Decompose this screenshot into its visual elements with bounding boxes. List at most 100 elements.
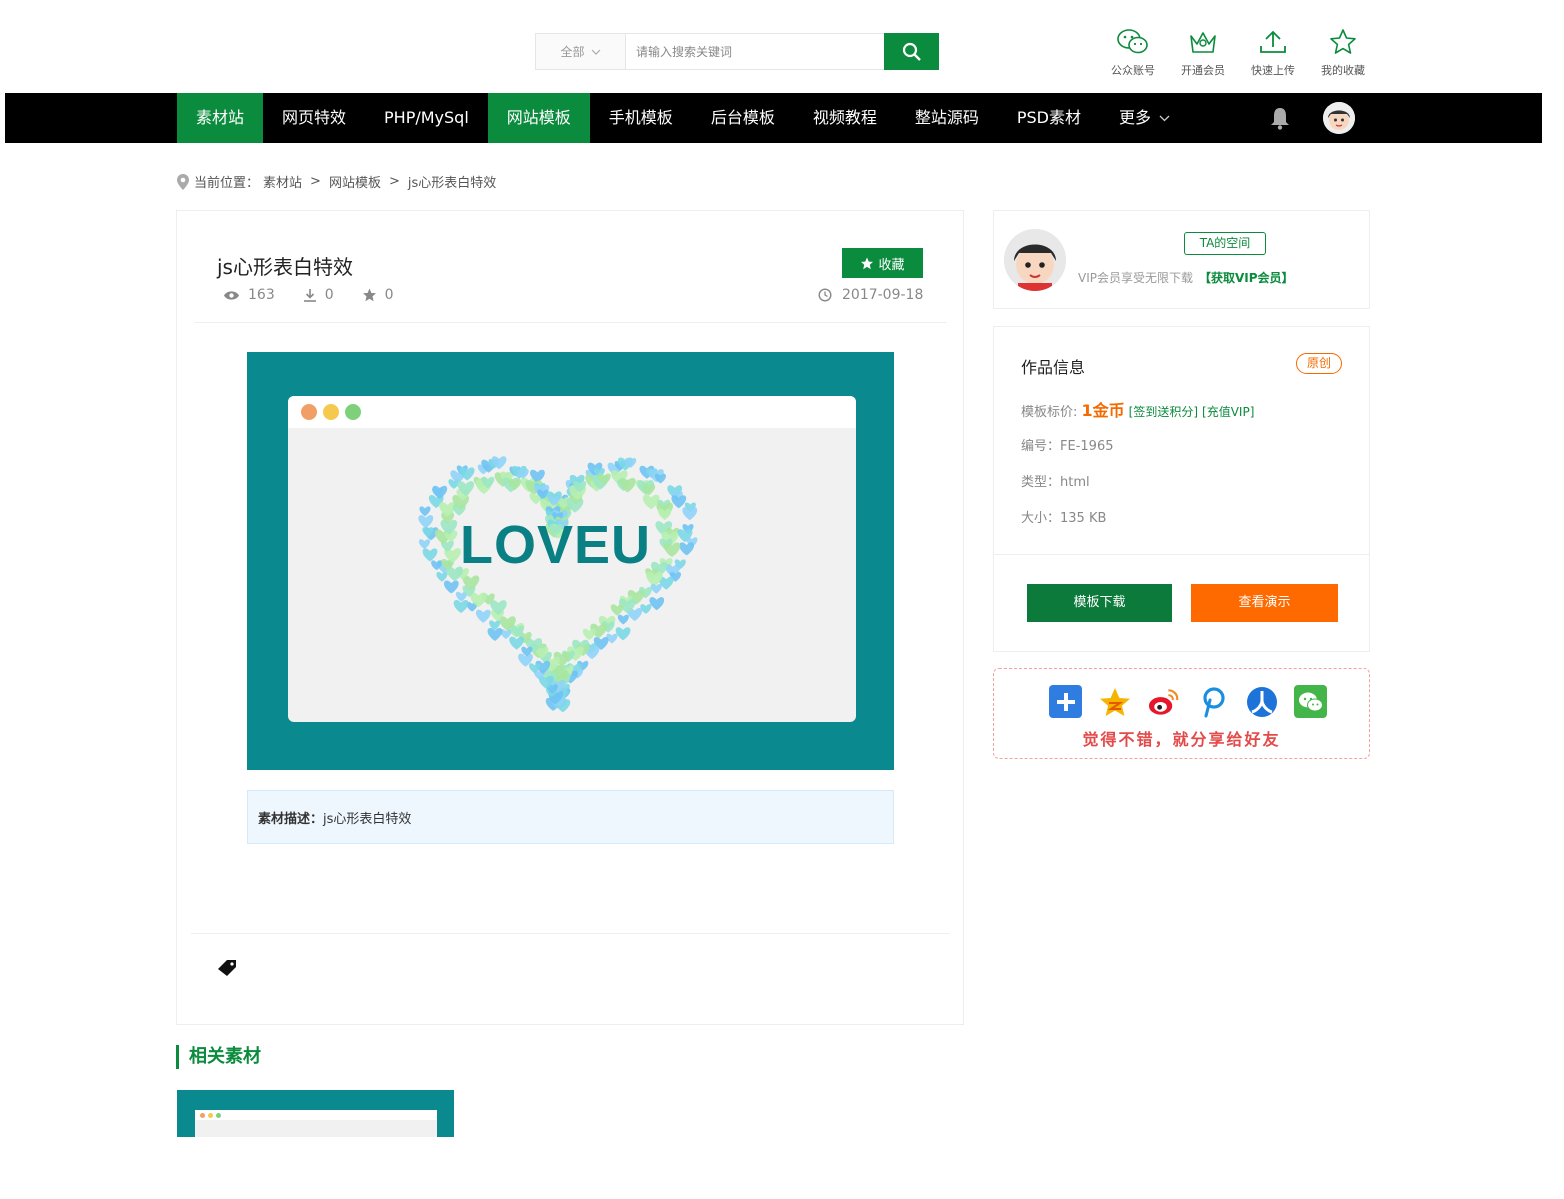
plus-share-icon[interactable] bbox=[1049, 685, 1082, 718]
preview-love-text: LOVEU bbox=[460, 515, 652, 575]
quick-link-favorites[interactable]: 我的收藏 bbox=[1308, 28, 1378, 78]
search-scope-label: 全部 bbox=[560, 45, 585, 59]
downloads-stat: 0 bbox=[303, 287, 334, 303]
related-section-title: 相关素材 bbox=[176, 1045, 261, 1069]
related-item-thumb[interactable] bbox=[177, 1090, 454, 1137]
favorites-stat: 0 bbox=[362, 287, 394, 303]
nav-item-psd[interactable]: PSD素材 bbox=[998, 93, 1100, 143]
weibo-icon[interactable] bbox=[1147, 685, 1180, 718]
views-count: 163 bbox=[248, 287, 275, 303]
quick-links: 公众账号 开通会员 快速上传 我的收藏 bbox=[1098, 28, 1378, 78]
quick-link-label: 开通会员 bbox=[1181, 64, 1225, 77]
type-label: 类型： bbox=[1021, 475, 1061, 490]
weibo-glyph bbox=[1148, 688, 1179, 715]
favorite-button[interactable]: 收藏 bbox=[842, 248, 923, 278]
demo-button[interactable]: 查看演示 bbox=[1191, 584, 1338, 622]
qzone-icon[interactable] bbox=[1098, 685, 1131, 718]
wechat-glyph bbox=[1298, 692, 1323, 711]
page-title: js心形表白特效 bbox=[217, 255, 353, 279]
code-value: FE-1965 bbox=[1060, 439, 1114, 454]
heart-particle bbox=[453, 599, 469, 614]
description-label: 素材描述： bbox=[258, 811, 324, 827]
nav-item-templates[interactable]: 网站模板 bbox=[487, 93, 590, 143]
preview-browser-mock: LOVEU bbox=[288, 396, 856, 722]
breadcrumb-item[interactable]: js心形表白特效 bbox=[408, 172, 496, 191]
plus-glyph bbox=[1056, 692, 1075, 711]
nav-item-php[interactable]: PHP/MySql bbox=[365, 93, 488, 143]
quick-link-vip[interactable]: 开通会员 bbox=[1168, 28, 1238, 78]
heart-particle bbox=[443, 580, 459, 594]
star-icon bbox=[1330, 29, 1356, 54]
price-label: 模板标价: bbox=[1021, 405, 1082, 420]
heart-particle bbox=[649, 597, 665, 611]
user-avatar[interactable] bbox=[1323, 102, 1355, 134]
sign-in-link[interactable]: [签到送积分] bbox=[1129, 405, 1198, 419]
window-dot bbox=[200, 1112, 205, 1118]
bell-icon bbox=[1271, 108, 1289, 130]
author-space-button[interactable]: TA的空间 bbox=[1184, 232, 1266, 255]
nav-item-source[interactable]: 整站源码 bbox=[896, 93, 998, 143]
header: 全部 公众账号 开通会员 快速上传 我的收藏 bbox=[0, 0, 1564, 93]
code-row: 编号：FE-1965 bbox=[1021, 435, 1113, 454]
upload-icon bbox=[1260, 30, 1286, 53]
breadcrumb-sep: > bbox=[388, 174, 400, 189]
code-label: 编号： bbox=[1021, 439, 1061, 454]
size-row: 大小：135 KB bbox=[1021, 507, 1106, 526]
breadcrumb: 当前位置： 素材站 > 网站模板 > js心形表白特效 bbox=[176, 172, 496, 191]
search-scope-select[interactable]: 全部 bbox=[536, 34, 626, 69]
work-info-title: 作品信息 bbox=[1021, 358, 1086, 377]
pinterest-icon[interactable] bbox=[1196, 685, 1229, 718]
nav-item-mobile[interactable]: 手机模板 bbox=[590, 93, 692, 143]
download-button[interactable]: 模板下载 bbox=[1027, 584, 1172, 622]
heart-particle bbox=[582, 628, 596, 641]
breadcrumb-item[interactable]: 素材站 bbox=[263, 172, 302, 191]
nav-item-admin[interactable]: 后台模板 bbox=[692, 93, 794, 143]
quick-link-upload[interactable]: 快速上传 bbox=[1238, 28, 1308, 78]
qzone-glyph bbox=[1099, 687, 1130, 716]
related-thumb-browser bbox=[195, 1110, 437, 1137]
favorite-button-label: 收藏 bbox=[878, 257, 905, 273]
window-dot bbox=[345, 404, 361, 420]
nav-item-sucai[interactable]: 素材站 bbox=[177, 93, 264, 143]
divider bbox=[191, 933, 949, 934]
price-row: 模板标价: 1金币 [签到送积分] [充值VIP] bbox=[1021, 397, 1254, 421]
avatar-icon bbox=[1004, 229, 1066, 291]
wechat-share-icon[interactable] bbox=[1294, 685, 1327, 718]
star-icon bbox=[861, 256, 874, 269]
nav-item-effects[interactable]: 网页特效 bbox=[263, 93, 365, 143]
window-dot bbox=[323, 404, 339, 420]
heart-particle bbox=[475, 609, 491, 623]
get-vip-link[interactable]: 【获取VIP会员】 bbox=[1199, 271, 1294, 285]
publish-date-value: 2017-09-18 bbox=[842, 287, 924, 303]
eye-icon bbox=[224, 290, 239, 300]
recharge-vip-link[interactable]: [充值VIP] bbox=[1202, 405, 1254, 419]
nav-item-video[interactable]: 视频教程 bbox=[794, 93, 896, 143]
search-input[interactable] bbox=[626, 34, 884, 69]
breadcrumb-sep: > bbox=[310, 174, 321, 189]
renren-icon[interactable] bbox=[1245, 685, 1278, 718]
browser-bar bbox=[288, 396, 856, 428]
heart-particle bbox=[419, 506, 431, 517]
nav-item-more[interactable]: 更多 bbox=[1100, 93, 1189, 143]
search-icon bbox=[902, 42, 921, 61]
related-thumb-bar bbox=[195, 1110, 437, 1120]
quick-link-label: 公众账号 bbox=[1111, 64, 1155, 77]
search-button[interactable] bbox=[884, 33, 939, 70]
heart-particle bbox=[610, 604, 624, 616]
author-avatar[interactable] bbox=[1004, 229, 1066, 291]
publish-date: 2017-09-18 bbox=[818, 287, 923, 303]
main-nav: 素材站 网页特效 PHP/MySql 网站模板 手机模板 后台模板 视频教程 整… bbox=[5, 93, 1542, 143]
notification-button[interactable] bbox=[1269, 106, 1291, 134]
chevron-down-icon bbox=[591, 49, 600, 55]
window-dot bbox=[216, 1112, 221, 1118]
heart-particle bbox=[615, 627, 631, 641]
divider bbox=[994, 554, 1369, 555]
detail-stats: 163 0 0 bbox=[223, 287, 394, 303]
quick-link-wechat[interactable]: 公众账号 bbox=[1098, 28, 1168, 78]
size-label: 大小： bbox=[1021, 511, 1061, 526]
search-bar: 全部 bbox=[535, 33, 939, 70]
heart-particle bbox=[418, 515, 434, 529]
favorites-count: 0 bbox=[384, 287, 394, 303]
breadcrumb-item[interactable]: 网站模板 bbox=[329, 172, 381, 191]
vip-promo: VIP会员享受无限下载 【获取VIP会员】 bbox=[1078, 269, 1294, 286]
